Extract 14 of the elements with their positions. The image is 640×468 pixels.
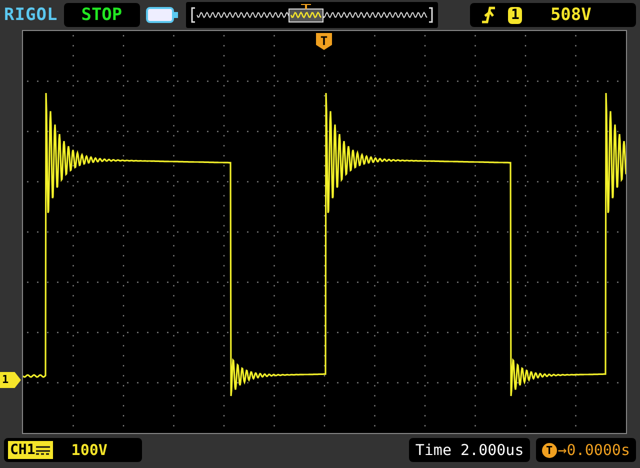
brand-logo: RIGOL: [4, 5, 58, 25]
trigger-position-marker[interactable]: T: [316, 33, 332, 50]
rising-edge-icon: [480, 6, 496, 24]
coupling-icon: [35, 444, 52, 456]
channel-scale: 100V: [71, 441, 108, 459]
memory-icon: [146, 6, 180, 24]
trigger-offset-value: →0.0000s: [558, 441, 630, 459]
channel-marker[interactable]: 1: [0, 372, 21, 388]
trigger-channel-badge: 1: [508, 6, 522, 24]
timebase-readout: Time 2.000us: [409, 438, 530, 462]
run-state-label: STOP: [64, 3, 140, 27]
trigger-level: 508V: [550, 5, 592, 25]
channel-name: CH1: [10, 442, 36, 458]
trigger-offset-marker: T: [542, 442, 557, 458]
